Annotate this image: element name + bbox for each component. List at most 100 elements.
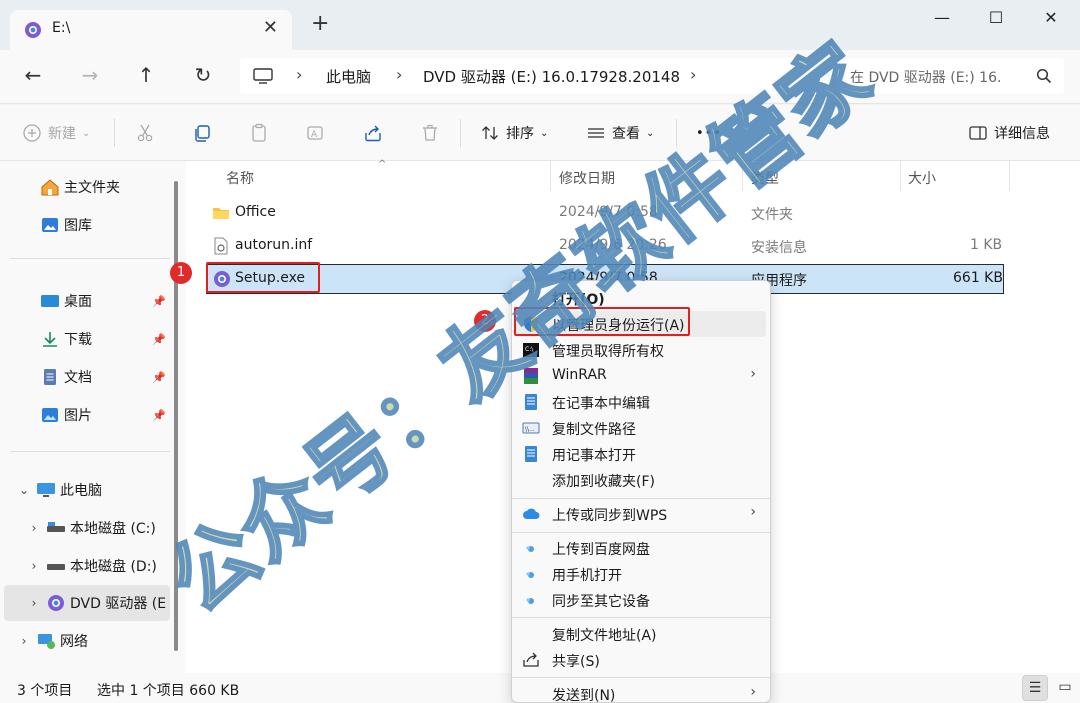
file-type: 安装信息	[751, 240, 807, 256]
sidebar-item-network[interactable]: › 网络	[4, 623, 170, 659]
details-pane-button[interactable]: 详细信息	[968, 121, 1050, 145]
pin-icon[interactable]: 📌	[152, 371, 166, 384]
share-button[interactable]	[363, 121, 383, 145]
chevron-down-icon: ⌄	[540, 127, 549, 139]
sidebar-item-home[interactable]: 主文件夹	[4, 169, 170, 205]
baidu-cloud-icon	[526, 546, 534, 552]
submenu-arrow-icon: ›	[750, 366, 756, 382]
cut-button[interactable]	[135, 121, 155, 145]
item-count: 3 个项目	[17, 683, 73, 699]
sort-label: 排序	[506, 126, 534, 142]
forward-button[interactable]: →	[75, 62, 105, 90]
baidu-cloud-icon	[526, 598, 534, 604]
breadcrumb-separator: ›	[296, 65, 303, 84]
menu-item-edit-notepad[interactable]: 在记事本中编辑	[516, 389, 766, 415]
sidebar-item-documents[interactable]: 文档 📌	[4, 359, 170, 395]
sidebar-item-downloads[interactable]: 下载 📌	[4, 321, 170, 357]
column-header-modified[interactable]: 修改日期	[559, 168, 615, 188]
sidebar-item-drive-e[interactable]: › DVD 驱动器 (E	[4, 585, 170, 621]
column-header-type[interactable]: 类型	[751, 168, 779, 188]
computer-icon	[37, 483, 55, 497]
menu-separator	[512, 677, 770, 678]
menu-item-winrar[interactable]: WinRAR ›	[516, 363, 766, 389]
delete-button[interactable]	[420, 121, 440, 145]
more-options-button[interactable]: •••	[696, 121, 722, 145]
sidebar-item-drive-d[interactable]: › 本地磁盘 (D:)	[4, 548, 170, 584]
submenu-arrow-icon: ›	[750, 504, 756, 520]
menu-item-share[interactable]: 共享(S)	[516, 647, 766, 673]
sort-button[interactable]: 排序 ⌄	[480, 121, 548, 145]
search-icon	[1036, 68, 1052, 84]
sidebar-divider	[10, 258, 170, 259]
sidebar-item-this-pc[interactable]: ⌄ 此电脑	[4, 472, 170, 508]
refresh-button[interactable]: ↻	[188, 62, 218, 90]
toolbar-divider	[114, 119, 115, 147]
sort-arrows-icon	[482, 126, 498, 140]
column-header-name[interactable]: 名称	[226, 168, 254, 188]
column-divider	[1009, 161, 1010, 191]
sidebar-item-drive-c[interactable]: › 本地磁盘 (C:)	[4, 510, 170, 546]
column-divider	[742, 161, 743, 191]
menu-item-open-phone[interactable]: 用手机打开	[516, 561, 766, 587]
pin-icon[interactable]: 📌	[152, 409, 166, 422]
sort-ascending-icon: ^	[378, 159, 387, 170]
new-button[interactable]: 新建 ⌄	[22, 121, 90, 145]
file-row-office[interactable]: Office 2024/9/7 0:58 文件夹	[206, 198, 1004, 228]
tab-close-icon[interactable]: ✕	[263, 17, 278, 38]
menu-item-copy-address[interactable]: 复制文件地址(A)	[516, 621, 766, 647]
file-row-autorun[interactable]: autorun.inf 2024/9/6 20:26 安装信息 1 KB	[206, 231, 1004, 261]
menu-separator	[512, 498, 770, 499]
breadcrumb-this-pc[interactable]: 此电脑	[326, 66, 371, 87]
notepad-icon	[525, 394, 537, 410]
winrar-icon	[524, 368, 538, 384]
view-button[interactable]: 查看 ⌄	[586, 121, 654, 145]
menu-item-upload-wps[interactable]: 上传或同步到WPS ›	[516, 501, 766, 527]
title-bar: E:\ ✕ + — ☐ ✕	[0, 0, 1080, 50]
sidebar-item-pictures[interactable]: 图片 📌	[4, 397, 170, 433]
sidebar-scrollbar[interactable]	[174, 181, 178, 651]
tab-e-drive[interactable]: E:\ ✕	[10, 10, 292, 50]
chevron-right-icon[interactable]: ›	[16, 634, 32, 648]
pin-icon[interactable]: 📌	[152, 333, 166, 346]
details-view-button[interactable]: ☰	[1022, 675, 1048, 701]
breadcrumb-dvd-drive[interactable]: DVD 驱动器 (E:) 16.0.17928.20148	[423, 66, 680, 87]
menu-item-open-notepad[interactable]: 用记事本打开	[516, 441, 766, 467]
search-placeholder: 在 DVD 驱动器 (E:) 16.	[850, 70, 1002, 86]
annotation-badge-1: 1	[170, 262, 192, 284]
new-label: 新建	[48, 126, 76, 142]
maximize-button[interactable]: ☐	[976, 5, 1016, 35]
chevron-right-icon[interactable]: ›	[26, 521, 42, 535]
rename-button[interactable]: A	[306, 121, 326, 145]
copy-button[interactable]	[192, 121, 212, 145]
menu-item-add-favorites[interactable]: 添加到收藏夹(F)	[516, 467, 766, 493]
menu-item-upload-baidu[interactable]: 上传到百度网盘	[516, 535, 766, 561]
search-box[interactable]: 在 DVD 驱动器 (E:) 16.	[838, 58, 1064, 94]
chevron-down-icon: ⌄	[646, 127, 655, 139]
pin-icon[interactable]: 📌	[152, 295, 166, 308]
chevron-down-icon[interactable]: ⌄	[16, 483, 32, 497]
minimize-button[interactable]: —	[922, 5, 962, 35]
menu-item-send-to[interactable]: 发送到(N) ›	[516, 681, 766, 702]
address-bar[interactable]: › 此电脑 › DVD 驱动器 (E:) 16.0.17928.20148 ›	[240, 58, 822, 94]
pictures-icon	[42, 408, 58, 422]
menu-item-sync-devices[interactable]: 同步至其它设备	[516, 587, 766, 613]
download-arrow-icon	[43, 332, 57, 347]
menu-item-take-ownership[interactable]: C:\ 管理员取得所有权	[516, 337, 766, 363]
paste-button[interactable]	[249, 121, 269, 145]
baidu-cloud-icon	[526, 572, 534, 578]
menu-separator	[512, 617, 770, 618]
sidebar-item-gallery[interactable]: 图库	[4, 207, 170, 243]
sidebar-item-desktop[interactable]: 桌面 📌	[4, 283, 170, 319]
new-tab-button[interactable]: +	[311, 13, 329, 35]
file-type: 文件夹	[751, 207, 793, 223]
column-header-size[interactable]: 大小	[908, 168, 936, 188]
chevron-right-icon[interactable]: ›	[26, 559, 42, 573]
tiles-view-button[interactable]: ▭	[1052, 675, 1078, 701]
up-button[interactable]: ↑	[131, 62, 161, 90]
file-modified: 2024/9/6 20:26	[559, 237, 667, 253]
chevron-right-icon[interactable]: ›	[26, 596, 42, 610]
svg-text:C:\: C:\	[525, 346, 534, 353]
menu-item-copy-path[interactable]: \\... 复制文件路径	[516, 415, 766, 441]
back-button[interactable]: ←	[18, 62, 48, 90]
close-window-button[interactable]: ✕	[1031, 5, 1071, 35]
